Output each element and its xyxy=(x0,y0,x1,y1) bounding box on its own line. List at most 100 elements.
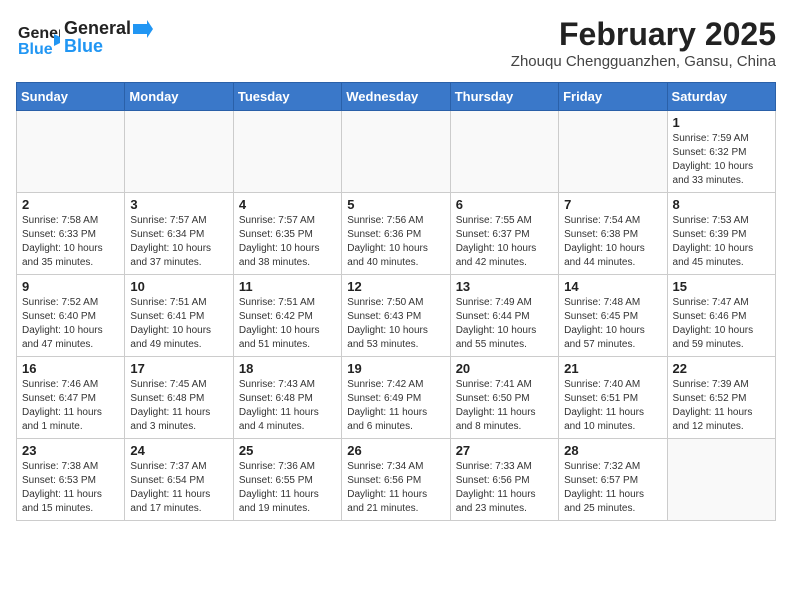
calendar-day-cell xyxy=(559,111,667,193)
day-info: Sunrise: 7:47 AM Sunset: 6:46 PM Dayligh… xyxy=(673,296,770,352)
day-info: Sunrise: 7:58 AM Sunset: 6:33 PM Dayligh… xyxy=(22,214,119,270)
day-of-week-header: Saturday xyxy=(667,83,775,111)
calendar-day-cell: 2 Sunrise: 7:58 AM Sunset: 6:33 PM Daylig… xyxy=(17,193,125,275)
calendar-day-cell: 27 Sunrise: 7:33 AM Sunset: 6:56 PM Dayli… xyxy=(450,439,558,521)
day-number: 20 xyxy=(456,361,553,376)
calendar-day-cell: 23 Sunrise: 7:38 AM Sunset: 6:53 PM Dayli… xyxy=(17,439,125,521)
day-info: Sunrise: 7:49 AM Sunset: 6:44 PM Dayligh… xyxy=(456,296,553,352)
day-number: 10 xyxy=(130,279,227,294)
day-info: Sunrise: 7:34 AM Sunset: 6:56 PM Dayligh… xyxy=(347,460,444,516)
calendar-week-row: 23 Sunrise: 7:38 AM Sunset: 6:53 PM Dayli… xyxy=(17,439,776,521)
day-number: 27 xyxy=(456,443,553,458)
day-info: Sunrise: 7:37 AM Sunset: 6:54 PM Dayligh… xyxy=(130,460,227,516)
location-subtitle: Zhouqu Chengguanzhen, Gansu, China xyxy=(511,53,776,70)
calendar-day-cell: 25 Sunrise: 7:36 AM Sunset: 6:55 PM Dayli… xyxy=(233,439,341,521)
calendar-week-row: 9 Sunrise: 7:52 AM Sunset: 6:40 PM Daylig… xyxy=(17,275,776,357)
day-info: Sunrise: 7:56 AM Sunset: 6:36 PM Dayligh… xyxy=(347,214,444,270)
calendar-week-row: 16 Sunrise: 7:46 AM Sunset: 6:47 PM Dayli… xyxy=(17,357,776,439)
day-info: Sunrise: 7:51 AM Sunset: 6:42 PM Dayligh… xyxy=(239,296,336,352)
day-info: Sunrise: 7:50 AM Sunset: 6:43 PM Dayligh… xyxy=(347,296,444,352)
day-number: 19 xyxy=(347,361,444,376)
page-header: General Blue General Blue February 2025 … xyxy=(16,16,776,70)
day-number: 1 xyxy=(673,115,770,130)
day-number: 12 xyxy=(347,279,444,294)
day-info: Sunrise: 7:57 AM Sunset: 6:35 PM Dayligh… xyxy=(239,214,336,270)
day-info: Sunrise: 7:52 AM Sunset: 6:40 PM Dayligh… xyxy=(22,296,119,352)
day-number: 14 xyxy=(564,279,661,294)
calendar-day-cell: 7Sunrise: 7:54 AM Sunset: 6:38 PM Daylig… xyxy=(559,193,667,275)
logo-arrow-icon xyxy=(133,20,153,38)
day-number: 22 xyxy=(673,361,770,376)
day-info: Sunrise: 7:59 AM Sunset: 6:32 PM Dayligh… xyxy=(673,132,770,188)
day-info: Sunrise: 7:40 AM Sunset: 6:51 PM Dayligh… xyxy=(564,378,661,434)
title-block: February 2025 Zhouqu Chengguanzhen, Gans… xyxy=(511,16,776,70)
day-number: 2 xyxy=(22,197,119,212)
day-number: 28 xyxy=(564,443,661,458)
calendar-day-cell: 24Sunrise: 7:37 AM Sunset: 6:54 PM Dayli… xyxy=(125,439,233,521)
calendar-day-cell: 8Sunrise: 7:53 AM Sunset: 6:39 PM Daylig… xyxy=(667,193,775,275)
day-info: Sunrise: 7:41 AM Sunset: 6:50 PM Dayligh… xyxy=(456,378,553,434)
calendar-day-cell xyxy=(17,111,125,193)
calendar-day-cell: 14 Sunrise: 7:48 AM Sunset: 6:45 PM Dayli… xyxy=(559,275,667,357)
day-info: Sunrise: 7:38 AM Sunset: 6:53 PM Dayligh… xyxy=(22,460,119,516)
day-of-week-header: Tuesday xyxy=(233,83,341,111)
day-number: 3 xyxy=(130,197,227,212)
day-info: Sunrise: 7:51 AM Sunset: 6:41 PM Dayligh… xyxy=(130,296,227,352)
day-number: 13 xyxy=(456,279,553,294)
day-number: 11 xyxy=(239,279,336,294)
day-info: Sunrise: 7:32 AM Sunset: 6:57 PM Dayligh… xyxy=(564,460,661,516)
logo: General Blue General Blue xyxy=(16,16,153,60)
day-number: 25 xyxy=(239,443,336,458)
day-info: Sunrise: 7:46 AM Sunset: 6:47 PM Dayligh… xyxy=(22,378,119,434)
calendar-day-cell: 11 Sunrise: 7:51 AM Sunset: 6:42 PM Dayli… xyxy=(233,275,341,357)
calendar-week-row: 2 Sunrise: 7:58 AM Sunset: 6:33 PM Daylig… xyxy=(17,193,776,275)
day-of-week-header: Monday xyxy=(125,83,233,111)
calendar-day-cell xyxy=(233,111,341,193)
day-info: Sunrise: 7:33 AM Sunset: 6:56 PM Dayligh… xyxy=(456,460,553,516)
calendar-day-cell: 19Sunrise: 7:42 AM Sunset: 6:49 PM Dayli… xyxy=(342,357,450,439)
calendar-day-cell: 10 Sunrise: 7:51 AM Sunset: 6:41 PM Dayli… xyxy=(125,275,233,357)
day-number: 17 xyxy=(130,361,227,376)
day-info: Sunrise: 7:45 AM Sunset: 6:48 PM Dayligh… xyxy=(130,378,227,434)
day-info: Sunrise: 7:53 AM Sunset: 6:39 PM Dayligh… xyxy=(673,214,770,270)
calendar-day-cell: 28 Sunrise: 7:32 AM Sunset: 6:57 PM Dayli… xyxy=(559,439,667,521)
calendar-day-cell: 12 Sunrise: 7:50 AM Sunset: 6:43 PM Dayli… xyxy=(342,275,450,357)
day-number: 15 xyxy=(673,279,770,294)
calendar-day-cell: 15 Sunrise: 7:47 AM Sunset: 6:46 PM Dayli… xyxy=(667,275,775,357)
calendar-day-cell: 5Sunrise: 7:56 AM Sunset: 6:36 PM Daylig… xyxy=(342,193,450,275)
calendar-day-cell: 26 Sunrise: 7:34 AM Sunset: 6:56 PM Dayli… xyxy=(342,439,450,521)
svg-text:General: General xyxy=(18,25,60,42)
svg-text:Blue: Blue xyxy=(18,41,53,58)
calendar-day-cell: 20 Sunrise: 7:41 AM Sunset: 6:50 PM Dayli… xyxy=(450,357,558,439)
day-number: 6 xyxy=(456,197,553,212)
day-number: 26 xyxy=(347,443,444,458)
day-of-week-header: Friday xyxy=(559,83,667,111)
calendar-header-row: SundayMondayTuesdayWednesdayThursdayFrid… xyxy=(17,83,776,111)
day-number: 18 xyxy=(239,361,336,376)
day-of-week-header: Sunday xyxy=(17,83,125,111)
day-number: 4 xyxy=(239,197,336,212)
day-info: Sunrise: 7:43 AM Sunset: 6:48 PM Dayligh… xyxy=(239,378,336,434)
day-info: Sunrise: 7:36 AM Sunset: 6:55 PM Dayligh… xyxy=(239,460,336,516)
calendar-day-cell xyxy=(342,111,450,193)
day-number: 9 xyxy=(22,279,119,294)
day-of-week-header: Wednesday xyxy=(342,83,450,111)
calendar-day-cell: 16 Sunrise: 7:46 AM Sunset: 6:47 PM Dayli… xyxy=(17,357,125,439)
calendar-day-cell: 22Sunrise: 7:39 AM Sunset: 6:52 PM Dayli… xyxy=(667,357,775,439)
day-number: 21 xyxy=(564,361,661,376)
calendar-day-cell: 18 Sunrise: 7:43 AM Sunset: 6:48 PM Dayli… xyxy=(233,357,341,439)
calendar-day-cell: 3Sunrise: 7:57 AM Sunset: 6:34 PM Daylig… xyxy=(125,193,233,275)
day-number: 23 xyxy=(22,443,119,458)
calendar-day-cell xyxy=(125,111,233,193)
calendar-day-cell: 21 Sunrise: 7:40 AM Sunset: 6:51 PM Dayli… xyxy=(559,357,667,439)
calendar-day-cell xyxy=(450,111,558,193)
calendar-day-cell: 13 Sunrise: 7:49 AM Sunset: 6:44 PM Dayli… xyxy=(450,275,558,357)
calendar-day-cell: 17 Sunrise: 7:45 AM Sunset: 6:48 PM Dayli… xyxy=(125,357,233,439)
day-number: 16 xyxy=(22,361,119,376)
calendar-day-cell: 4 Sunrise: 7:57 AM Sunset: 6:35 PM Daylig… xyxy=(233,193,341,275)
day-info: Sunrise: 7:48 AM Sunset: 6:45 PM Dayligh… xyxy=(564,296,661,352)
calendar-day-cell xyxy=(667,439,775,521)
day-number: 7 xyxy=(564,197,661,212)
calendar-day-cell: 6Sunrise: 7:55 AM Sunset: 6:37 PM Daylig… xyxy=(450,193,558,275)
logo-blue: Blue xyxy=(64,37,153,57)
